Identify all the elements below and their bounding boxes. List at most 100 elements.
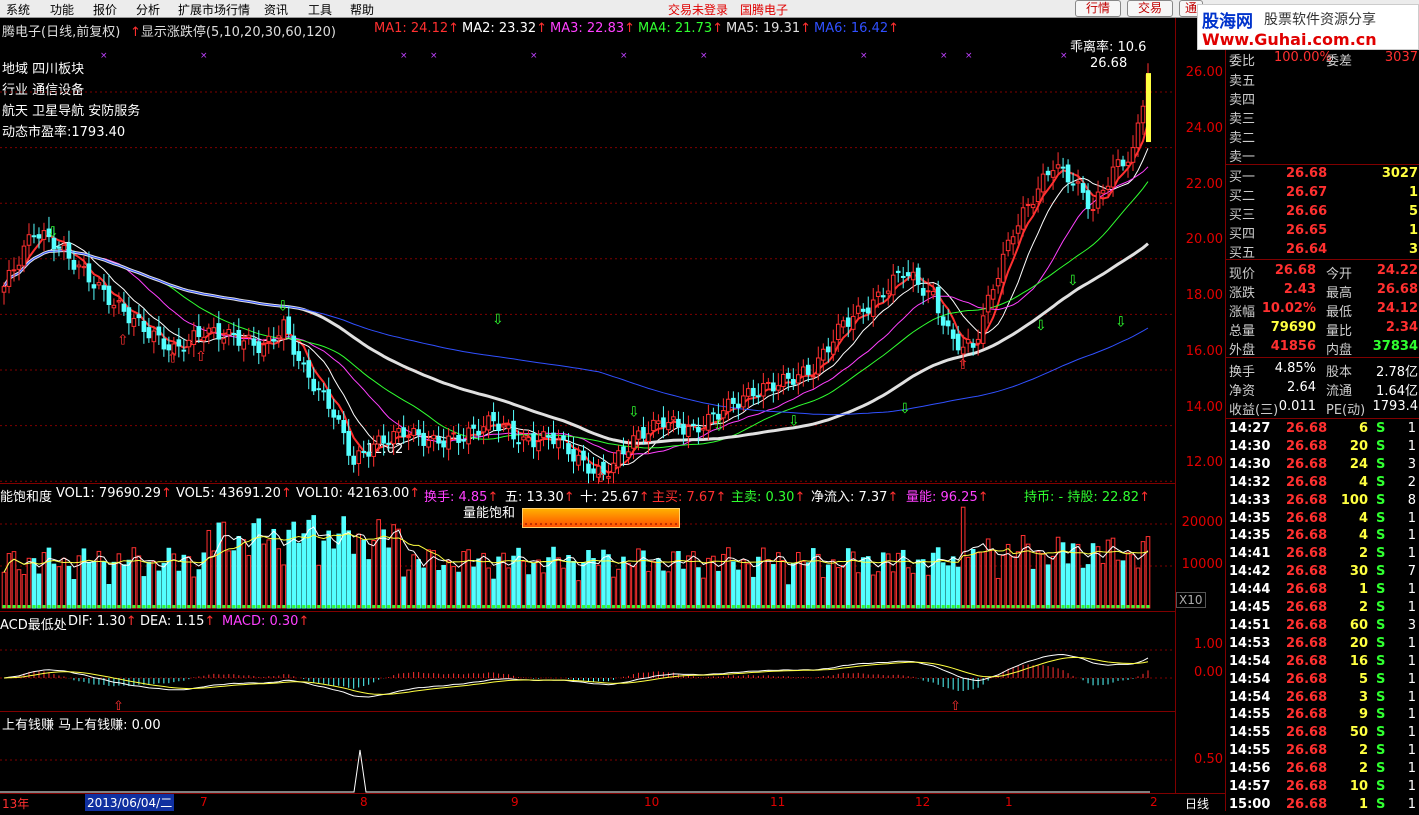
candle-body: [456, 434, 461, 443]
candle-body: [486, 415, 491, 431]
tick-count: 1: [1407, 761, 1416, 777]
time-axis[interactable]: 13年 2013/06/04/二 7 8 9 10 11 12 1 2 日线: [0, 793, 1225, 811]
tick-volume: 4: [1358, 474, 1368, 490]
volume-bar: [241, 539, 247, 609]
sell-signal-arrow-icon: ⇩: [628, 405, 640, 421]
tick-side: S: [1376, 761, 1386, 777]
candle-body: [900, 275, 906, 278]
buy-level-price: 26.64: [1286, 242, 1328, 257]
volume-base-dot: [1116, 605, 1120, 608]
candle-body: [41, 230, 47, 240]
candle-body: [256, 341, 262, 354]
volume-base-dot: [342, 605, 346, 608]
menu-quote[interactable]: 报价: [93, 1, 117, 18]
menu-function[interactable]: 功能: [50, 1, 74, 18]
sell-signal-arrow-icon: ⇩: [713, 418, 725, 434]
menu-ext-market[interactable]: 扩展市场行情: [178, 1, 250, 18]
volume-bar: [456, 571, 461, 609]
volume-base-dot: [532, 605, 536, 608]
volume-bar: [791, 563, 796, 609]
menu-news[interactable]: 资讯: [264, 1, 288, 18]
volume-base-dot: [122, 605, 126, 608]
buy-level-label: 买一: [1229, 170, 1256, 185]
candle-body: [116, 300, 122, 303]
quote-button[interactable]: 行情: [1075, 0, 1121, 17]
volume-bar: [461, 551, 466, 609]
period-label[interactable]: 日线: [1185, 795, 1209, 812]
tick-side: S: [1376, 725, 1386, 741]
candle-body: [491, 412, 496, 422]
panel-sep-4: [1226, 418, 1419, 419]
candle-body: [641, 427, 646, 439]
candle-body: [616, 450, 621, 468]
tick-time: 14:33: [1229, 492, 1271, 508]
volume-bar: [726, 547, 731, 609]
stat-label: 量比: [1326, 324, 1353, 339]
volume-bar: [646, 570, 651, 609]
tick-price: 26.68: [1286, 707, 1328, 723]
menu-system[interactable]: 系统: [6, 1, 30, 18]
volume-base-dot: [731, 605, 735, 608]
tick-time: 14:55: [1229, 707, 1271, 723]
candle-body: [930, 291, 936, 296]
trade-button[interactable]: 交易: [1127, 0, 1173, 17]
kline-chart-area[interactable]: 腾电子(日线,前复权) ↑显示涨跌停(5,10,20,30,60,120) MA…: [0, 18, 1225, 811]
volume-bar: [1050, 555, 1056, 609]
volume-bar: [336, 533, 342, 609]
ytick-14: 14.00: [1185, 400, 1223, 415]
volume-base-dot: [1051, 605, 1055, 608]
volume-base-dot: [332, 605, 336, 608]
candle-body: [31, 235, 37, 238]
candle-body: [406, 436, 411, 439]
volume-bar: [151, 560, 157, 609]
volume-bar: [801, 561, 806, 609]
tick-side: S: [1376, 707, 1386, 723]
volume-bar: [81, 548, 87, 609]
volume-base-dot: [497, 605, 501, 608]
volume-base-dot: [277, 605, 281, 608]
volume-base-dot: [576, 605, 580, 608]
volume-bar: [825, 564, 831, 609]
tick-price: 26.68: [1286, 743, 1328, 759]
candle-body: [801, 366, 806, 377]
macd-ytick-0: 0.00: [1194, 665, 1223, 680]
tick-count: 1: [1407, 796, 1416, 812]
volume-bar: [736, 569, 741, 609]
panel-sep-1: [1226, 164, 1419, 165]
volume-base-dot: [851, 605, 855, 608]
candle-body: [731, 397, 736, 404]
trade-login-status[interactable]: 交易未登录: [668, 1, 728, 18]
volume-bar: [1125, 552, 1131, 609]
candle-body: [126, 307, 132, 324]
menu-tools[interactable]: 工具: [308, 1, 332, 18]
candle-body: [441, 440, 446, 448]
buy-level-price: 26.66: [1286, 204, 1328, 219]
ytick-26: 26.00: [1185, 65, 1223, 80]
volume-bar: [940, 562, 946, 609]
volume-base-dot: [591, 605, 595, 608]
tick-count: 3: [1407, 456, 1416, 472]
volume-bar: [371, 540, 376, 609]
candle-body: [281, 319, 287, 340]
volume-base-dot: [357, 605, 361, 608]
tick-side: S: [1376, 582, 1386, 598]
tick-volume: 2: [1358, 761, 1368, 777]
ytick-24: 24.00: [1185, 121, 1223, 136]
volume-base-dot: [167, 605, 171, 608]
stat-value: 2.34: [1385, 320, 1418, 335]
tick-row: 14:55 26.68 2 S 1: [1226, 743, 1419, 761]
stock-name-link[interactable]: 国腾电子: [740, 1, 788, 18]
volume-bar: [796, 552, 801, 609]
candle-body: [1020, 207, 1026, 230]
menu-help[interactable]: 帮助: [350, 1, 374, 18]
volume-base-dot: [467, 605, 471, 608]
menu-analysis[interactable]: 分析: [136, 1, 160, 18]
signal-mark: ×: [430, 51, 438, 61]
y-axis-line: [1175, 18, 1176, 793]
candle-body: [321, 390, 327, 393]
volume-bar: [126, 559, 132, 609]
candle-body: [306, 360, 312, 378]
volume-base-dot: [886, 605, 890, 608]
candle-body: [236, 329, 242, 346]
ratio-label: 委比: [1229, 54, 1256, 69]
